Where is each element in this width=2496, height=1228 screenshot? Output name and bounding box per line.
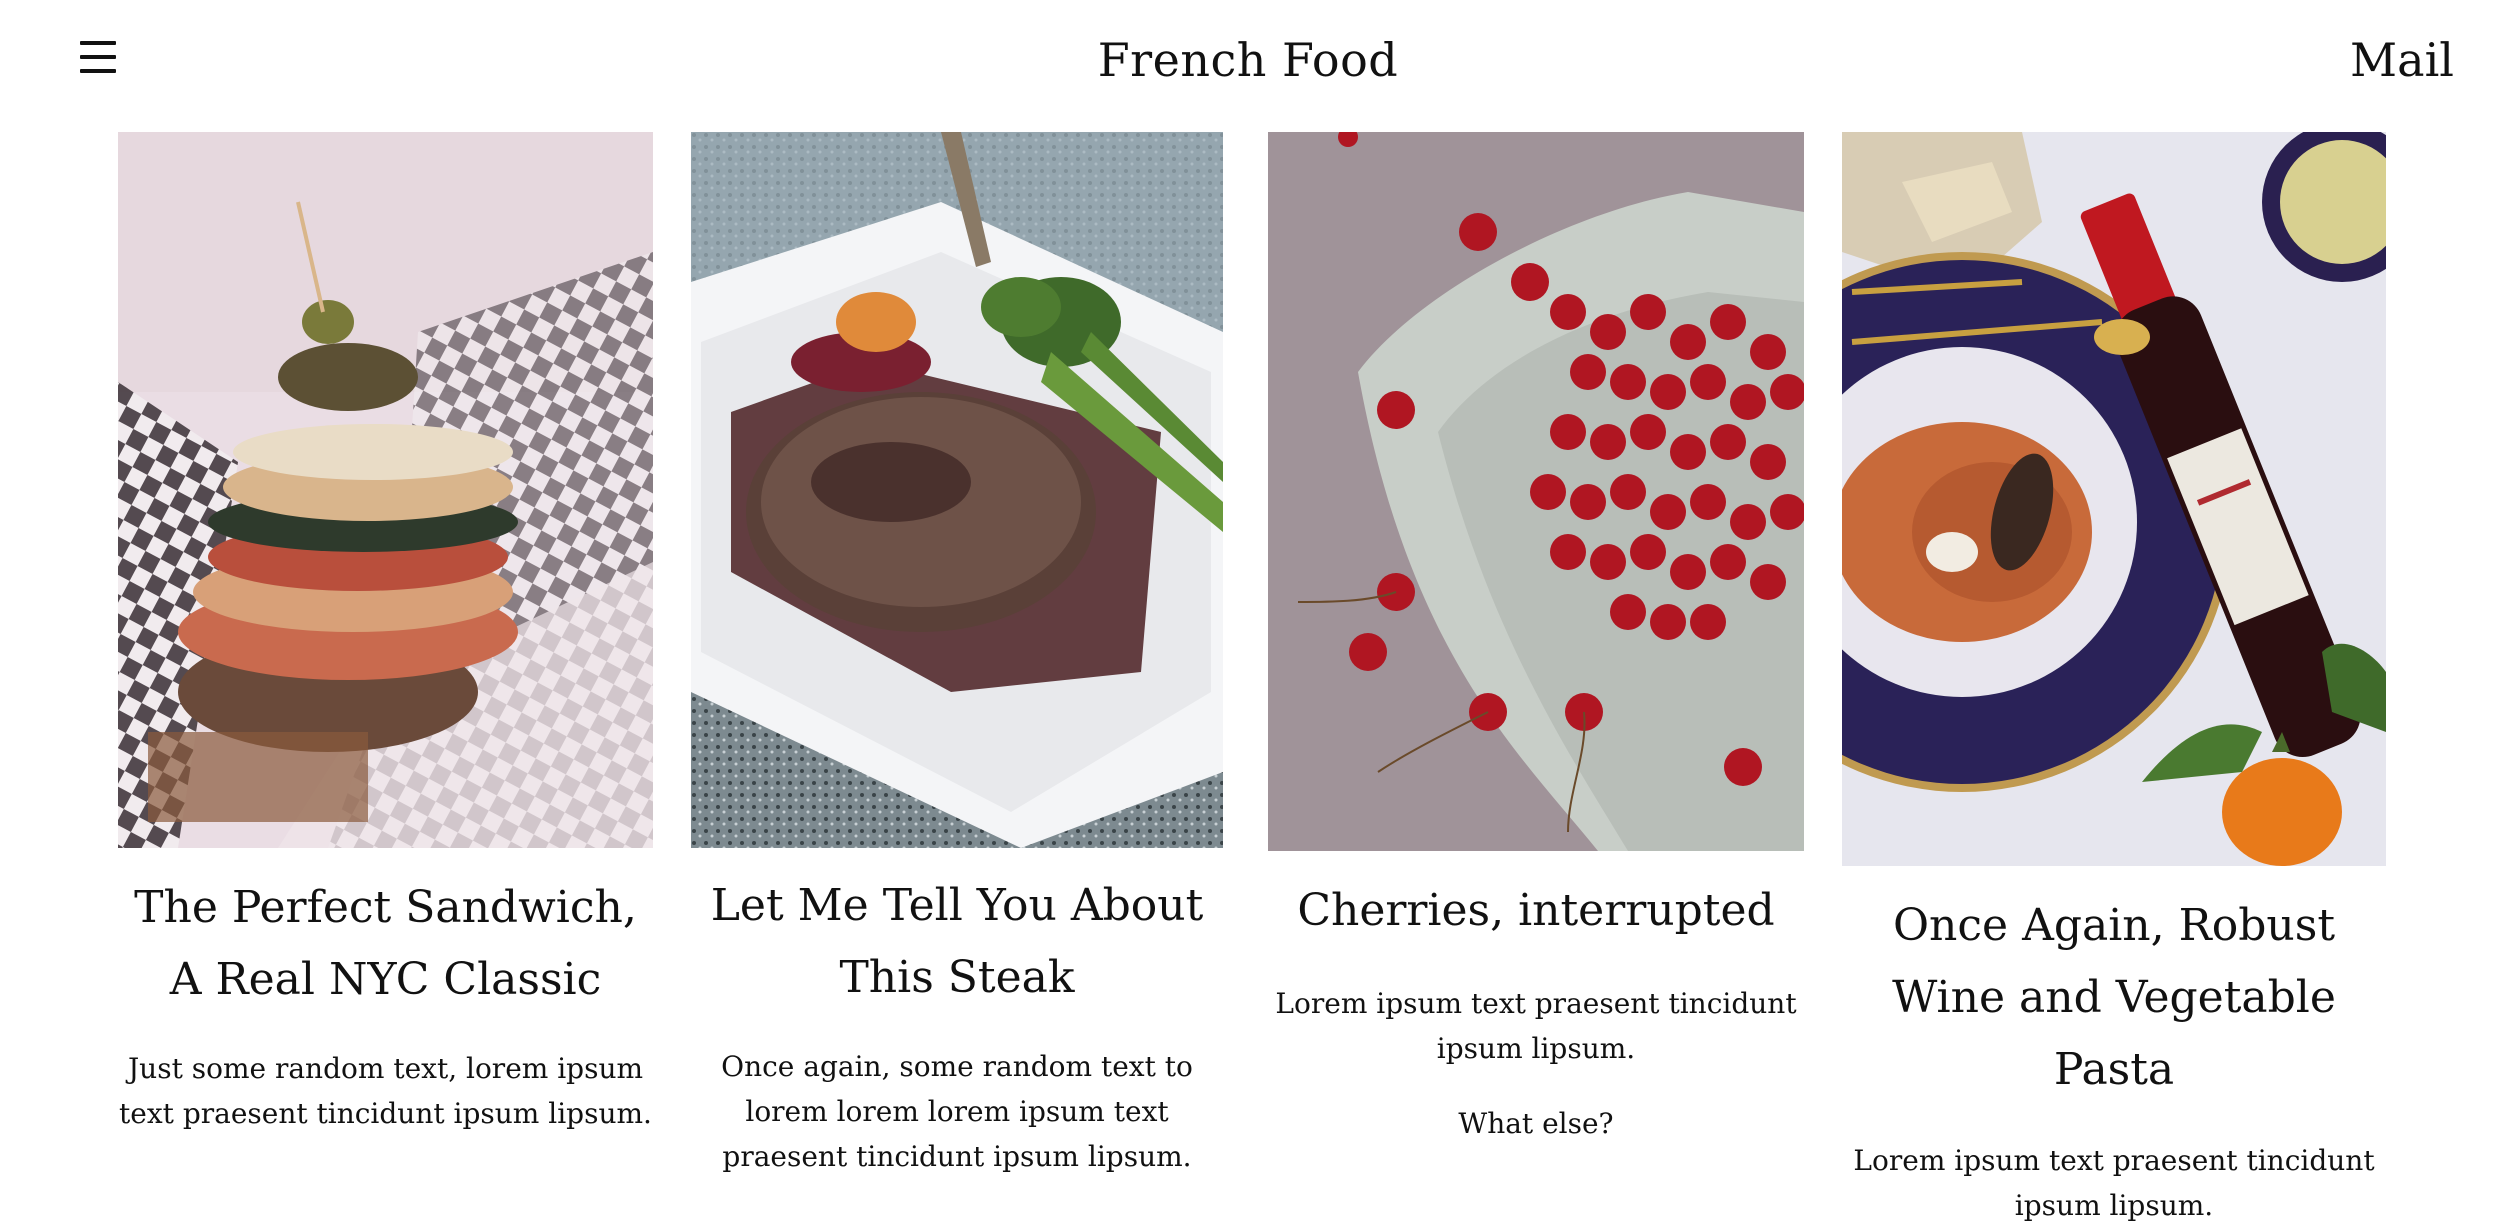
article-title[interactable]: Once Again, Robust Wine and Vegetable Pa… <box>1842 890 2386 1106</box>
article-card: Let Me Tell You About This Steak Once ag… <box>691 132 1223 1179</box>
sandwich-photo[interactable] <box>118 132 653 848</box>
top-bar: French Food Mail <box>0 0 2496 120</box>
excerpt-paragraph: Lorem ipsum text praesent tincidunt ipsu… <box>1275 987 1797 1065</box>
article-card: Once Again, Robust Wine and Vegetable Pa… <box>1842 132 2386 1228</box>
article-excerpt: Lorem ipsum text praesent tincidunt ipsu… <box>1268 981 1804 1146</box>
excerpt-paragraph: Lorem ipsum text praesent tincidunt ipsu… <box>1853 1144 2375 1222</box>
excerpt-paragraph: Just some random text, lorem ipsum text … <box>119 1052 652 1130</box>
article-card: Cherries, interrupted Lorem ipsum text p… <box>1268 132 1804 1146</box>
article-excerpt: Lorem ipsum text praesent tincidunt ipsu… <box>1842 1138 2386 1228</box>
steak-photo[interactable] <box>691 132 1223 848</box>
article-excerpt: Just some random text, lorem ipsum text … <box>118 1046 653 1136</box>
excerpt-paragraph: Once again, some random text to lorem lo… <box>721 1050 1193 1173</box>
site-title: French Food <box>1097 33 1399 87</box>
article-title[interactable]: Let Me Tell You About This Steak <box>691 870 1223 1014</box>
wine-pasta-photo[interactable] <box>1842 132 2386 866</box>
article-excerpt: Once again, some random text to lorem lo… <box>691 1044 1223 1179</box>
cherries-photo[interactable] <box>1268 132 1804 851</box>
article-title[interactable]: Cherries, interrupted <box>1268 875 1804 947</box>
article-title[interactable]: The Perfect Sandwich, A Real NYC Classic <box>118 872 653 1016</box>
mail-link[interactable]: Mail <box>2350 30 2454 90</box>
article-card: The Perfect Sandwich, A Real NYC Classic… <box>118 132 653 1136</box>
excerpt-paragraph: What else? <box>1458 1107 1614 1140</box>
